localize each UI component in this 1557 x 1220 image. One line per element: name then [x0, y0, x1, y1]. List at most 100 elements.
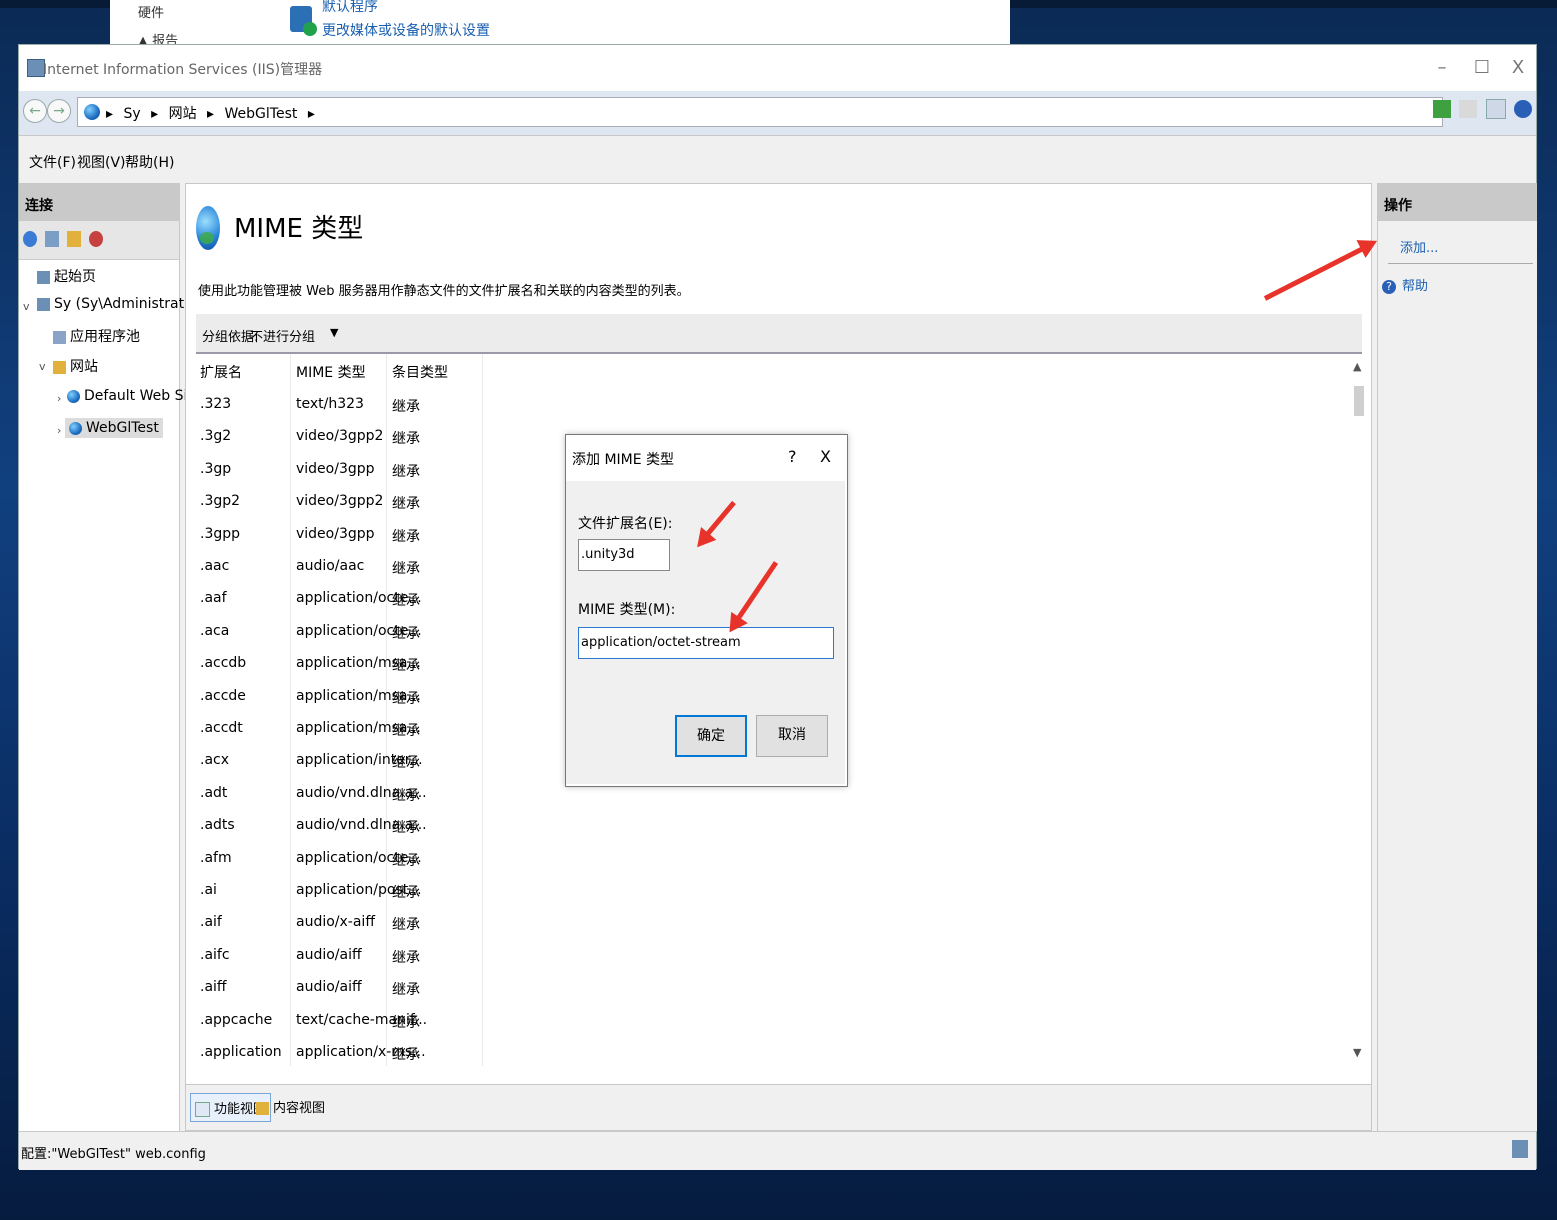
table-cell-type[interactable]: 继承: [392, 720, 420, 740]
table-cell-ext[interactable]: .adts: [200, 817, 235, 833]
help-icon[interactable]: [1514, 100, 1532, 118]
table-cell-ext[interactable]: .aac: [200, 558, 229, 574]
table-cell-ext[interactable]: .appcache: [200, 1012, 272, 1028]
breadcrumb-webgl[interactable]: WebGlTest: [225, 106, 298, 122]
dialog-close-button[interactable]: X: [820, 447, 831, 466]
breadcrumb[interactable]: ▸ Sy ▸ 网站 ▸ WebGlTest ▸: [77, 97, 1443, 127]
minimize-button[interactable]: –: [1424, 55, 1460, 81]
table-cell-ext[interactable]: .3gp2: [200, 493, 240, 509]
table-cell-ext[interactable]: .accdb: [200, 655, 246, 671]
table-cell-mime[interactable]: audio/x-aiff: [296, 914, 375, 930]
table-cell-type[interactable]: 继承: [392, 461, 420, 481]
chevron-right-icon[interactable]: ›: [57, 424, 61, 437]
back-button[interactable]: ←: [23, 99, 47, 123]
menu-help[interactable]: 帮助(H): [125, 152, 174, 172]
table-cell-type[interactable]: 继承: [392, 1012, 420, 1032]
tab-content-view[interactable]: 内容视图: [252, 1093, 329, 1120]
table-cell-type[interactable]: 继承: [392, 947, 420, 967]
home-icon[interactable]: [1485, 99, 1506, 119]
table-cell-type[interactable]: 继承: [392, 688, 420, 708]
table-cell-type[interactable]: 继承: [392, 785, 420, 805]
stop-icon[interactable]: [1459, 100, 1478, 118]
tree-item-server[interactable]: Sy (Sy\Administrator): [37, 296, 204, 312]
table-cell-mime[interactable]: audio/aiff: [296, 979, 362, 995]
group-by-select[interactable]: 不进行分组: [250, 326, 315, 345]
table-cell-type[interactable]: 继承: [392, 428, 420, 448]
chevron-right-icon[interactable]: ›: [57, 392, 61, 405]
column-header-ext[interactable]: 扩展名: [200, 362, 242, 382]
bg-link-default-programs[interactable]: 默认程序: [322, 0, 378, 16]
refresh-icon[interactable]: [1432, 100, 1451, 118]
table-cell-mime[interactable]: video/3gpp: [296, 461, 375, 477]
scroll-down-icon[interactable]: ▼: [1353, 1046, 1361, 1059]
dropdown-icon[interactable]: ▼: [330, 326, 338, 339]
table-cell-ext[interactable]: .aca: [200, 623, 229, 639]
dialog-help-button[interactable]: ?: [788, 447, 797, 466]
help-link[interactable]: ? 帮助: [1382, 275, 1428, 294]
tree-item-default-site[interactable]: Default Web Site: [67, 388, 201, 404]
mime-type-field[interactable]: application/octet-stream: [578, 627, 834, 659]
add-mime-link[interactable]: 添加...: [1400, 237, 1438, 256]
forward-button[interactable]: →: [47, 99, 71, 123]
table-cell-ext[interactable]: .3gp: [200, 461, 231, 477]
table-cell-type[interactable]: 继承: [392, 817, 420, 837]
table-cell-mime[interactable]: audio/aiff: [296, 947, 362, 963]
table-cell-ext[interactable]: .3g2: [200, 428, 231, 444]
table-cell-type[interactable]: 继承: [392, 752, 420, 772]
table-cell-ext[interactable]: .afm: [200, 850, 232, 866]
connect-icon[interactable]: [23, 231, 37, 247]
table-cell-mime[interactable]: video/3gpp: [296, 526, 375, 542]
table-cell-type[interactable]: 继承: [392, 882, 420, 902]
table-cell-type[interactable]: 继承: [392, 623, 420, 643]
table-cell-type[interactable]: 继承: [392, 526, 420, 546]
table-cell-mime[interactable]: audio/aac: [296, 558, 364, 574]
ok-button[interactable]: 确定: [675, 715, 747, 757]
scroll-up-icon[interactable]: ▲: [1353, 360, 1361, 373]
cancel-button[interactable]: 取消: [756, 715, 828, 757]
tree-item-start[interactable]: 起始页: [37, 266, 96, 286]
scroll-thumb[interactable]: [1354, 386, 1364, 416]
table-cell-type[interactable]: 继承: [392, 493, 420, 513]
tree-item-webgl[interactable]: WebGlTest: [65, 418, 163, 438]
table-cell-ext[interactable]: .aaf: [200, 590, 227, 606]
table-cell-mime[interactable]: text/h323: [296, 396, 364, 412]
table-cell-type[interactable]: 继承: [392, 850, 420, 870]
maximize-button[interactable]: ☐: [1464, 55, 1500, 81]
column-header-mime[interactable]: MIME 类型: [296, 362, 366, 382]
chevron-down-icon[interactable]: v: [23, 300, 30, 313]
breadcrumb-server[interactable]: Sy: [123, 106, 140, 122]
table-cell-ext[interactable]: .accdt: [200, 720, 243, 736]
table-cell-type[interactable]: 继承: [392, 914, 420, 934]
vertical-scrollbar[interactable]: ▲ ▼: [1353, 360, 1365, 1060]
up-level-icon[interactable]: [67, 231, 81, 247]
table-cell-ext[interactable]: .application: [200, 1044, 282, 1060]
close-button[interactable]: X: [1500, 55, 1536, 81]
breadcrumb-sites[interactable]: 网站: [169, 106, 197, 122]
menu-view[interactable]: 视图(V): [77, 152, 126, 172]
table-cell-type[interactable]: 继承: [392, 655, 420, 675]
table-cell-type[interactable]: 继承: [392, 979, 420, 999]
chevron-down-icon[interactable]: v: [39, 360, 46, 373]
bg-link-media-defaults[interactable]: 更改媒体或设备的默认设置: [322, 20, 490, 40]
table-cell-ext[interactable]: .adt: [200, 785, 227, 801]
table-cell-type[interactable]: 继承: [392, 396, 420, 416]
table-cell-mime[interactable]: video/3gpp2: [296, 428, 383, 444]
column-header-type[interactable]: 条目类型: [392, 362, 448, 382]
table-cell-ext[interactable]: .aif: [200, 914, 222, 930]
table-cell-type[interactable]: 继承: [392, 558, 420, 578]
table-cell-mime[interactable]: video/3gpp2: [296, 493, 383, 509]
table-cell-ext[interactable]: .aiff: [200, 979, 227, 995]
menu-file[interactable]: 文件(F): [29, 152, 76, 172]
save-icon[interactable]: [45, 231, 59, 247]
disconnect-icon[interactable]: [89, 231, 103, 247]
table-cell-ext[interactable]: .323: [200, 396, 231, 412]
table-cell-ext[interactable]: .acx: [200, 752, 229, 768]
table-cell-type[interactable]: 继承: [392, 1044, 420, 1064]
table-cell-ext[interactable]: .3gpp: [200, 526, 240, 542]
table-cell-ext[interactable]: .aifc: [200, 947, 230, 963]
extension-field[interactable]: .unity3d: [578, 539, 670, 571]
table-cell-type[interactable]: 继承: [392, 590, 420, 610]
table-cell-ext[interactable]: .accde: [200, 688, 246, 704]
tree-item-app-pools[interactable]: 应用程序池: [53, 326, 140, 346]
table-cell-ext[interactable]: .ai: [200, 882, 217, 898]
